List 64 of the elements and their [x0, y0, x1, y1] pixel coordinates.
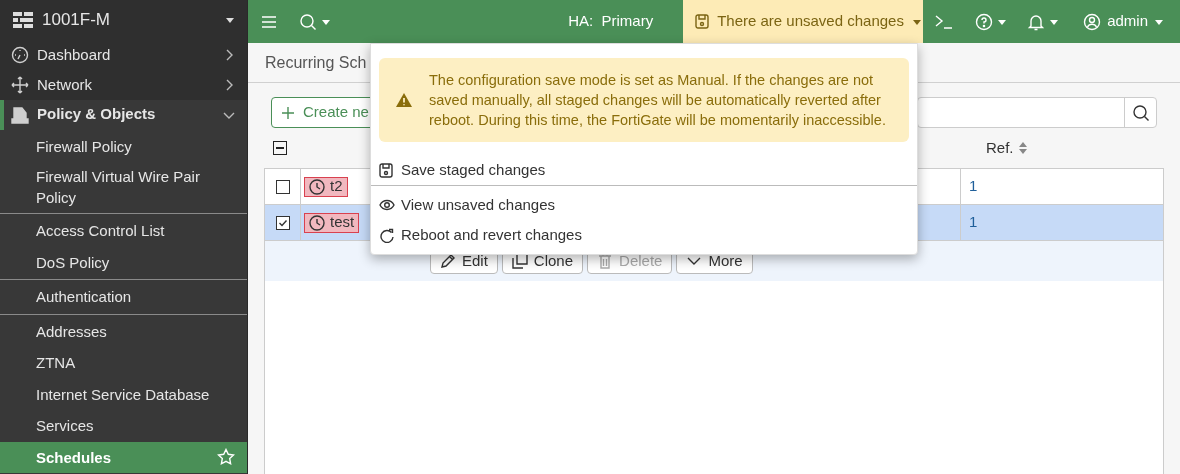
sidebar-subitem[interactable]: Firewall Virtual Wire Pair Policy [0, 162, 247, 212]
sidebar-subitem[interactable]: Access Control List [0, 215, 247, 247]
sidebar-subitem[interactable]: Firewall Policy [0, 130, 247, 162]
caret-icon [321, 17, 331, 26]
plus-icon [281, 105, 295, 120]
terminal-icon[interactable] [935, 13, 954, 30]
search-field[interactable] [917, 97, 1157, 128]
unsaved-changes-button[interactable]: There are unsaved changes [683, 0, 924, 43]
search-icon [299, 12, 317, 31]
caret-icon [997, 17, 1008, 26]
menu-item[interactable]: Reboot and revert changes [371, 220, 917, 250]
table-cell: 1 [960, 205, 1163, 240]
ha-status: HA: Primary [568, 11, 654, 32]
document-icon [11, 105, 29, 124]
save-icon [379, 163, 395, 178]
move-arrows-icon [11, 75, 29, 94]
caret-icon [1049, 17, 1060, 26]
schedule-tag[interactable]: t2 [304, 176, 348, 197]
select-all-checkbox[interactable] [273, 141, 287, 155]
save-icon [695, 14, 710, 29]
notifications-button[interactable] [1027, 12, 1060, 31]
pencil-icon [440, 253, 456, 269]
menu-item[interactable]: View unsaved changes [371, 190, 917, 220]
sidebar-subitem[interactable]: Authentication [0, 281, 247, 313]
star-icon[interactable] [217, 448, 235, 467]
sidebar-subitem[interactable]: Internet Service Database [0, 378, 247, 410]
search-icon [1131, 103, 1150, 122]
sidebar-item[interactable]: Network [0, 69, 247, 100]
schedule-tag[interactable]: test [304, 212, 360, 233]
sidebar-subitem[interactable]: Schedules [0, 441, 247, 473]
sort-icon [1017, 141, 1028, 155]
sidebar-subitem[interactable]: ZTNA [0, 347, 247, 379]
caret-icon [1154, 17, 1164, 26]
help-button[interactable] [975, 12, 1008, 31]
check-icon [277, 217, 288, 228]
warning-icon [395, 92, 413, 108]
sidebar-subitem[interactable]: DoS Policy [0, 246, 247, 278]
search-button[interactable] [299, 12, 331, 31]
column-header[interactable]: Ref. [986, 136, 1164, 160]
row-checkbox[interactable] [275, 215, 290, 230]
eye-icon [379, 197, 395, 213]
bell-icon [1027, 12, 1046, 31]
clock-icon [309, 178, 325, 195]
row-checkbox[interactable] [275, 179, 290, 194]
sidebar-subitem[interactable]: Services [0, 410, 247, 442]
help-icon [975, 12, 994, 31]
sidebar-item[interactable]: Dashboard [0, 40, 247, 70]
firewall-icon [12, 10, 34, 31]
menu-icon[interactable] [261, 14, 277, 29]
reload-icon [379, 227, 395, 243]
sidebar-subitem[interactable]: Addresses [0, 315, 247, 347]
user-icon [1083, 12, 1102, 31]
caret-icon[interactable] [225, 16, 235, 25]
table-cell: 1 [960, 169, 1163, 204]
warning-message: The configuration save mode is set as Manual. If the changes are not saved manually, all staged changes will be automatically reverted after reboot. During this time, the FortiGate will be momentarily inaccessible. [429, 71, 887, 130]
user-menu-button[interactable]: admin [1083, 10, 1164, 33]
gauge-icon [11, 45, 29, 64]
trash-icon [597, 253, 614, 269]
device-name: 1001F-M [42, 9, 112, 32]
page-title: Recurring Sch [265, 52, 367, 73]
caret-icon [911, 17, 922, 26]
menu-item[interactable]: Save staged changes [371, 156, 917, 186]
clock-icon [309, 214, 325, 231]
copy-icon [511, 253, 528, 269]
